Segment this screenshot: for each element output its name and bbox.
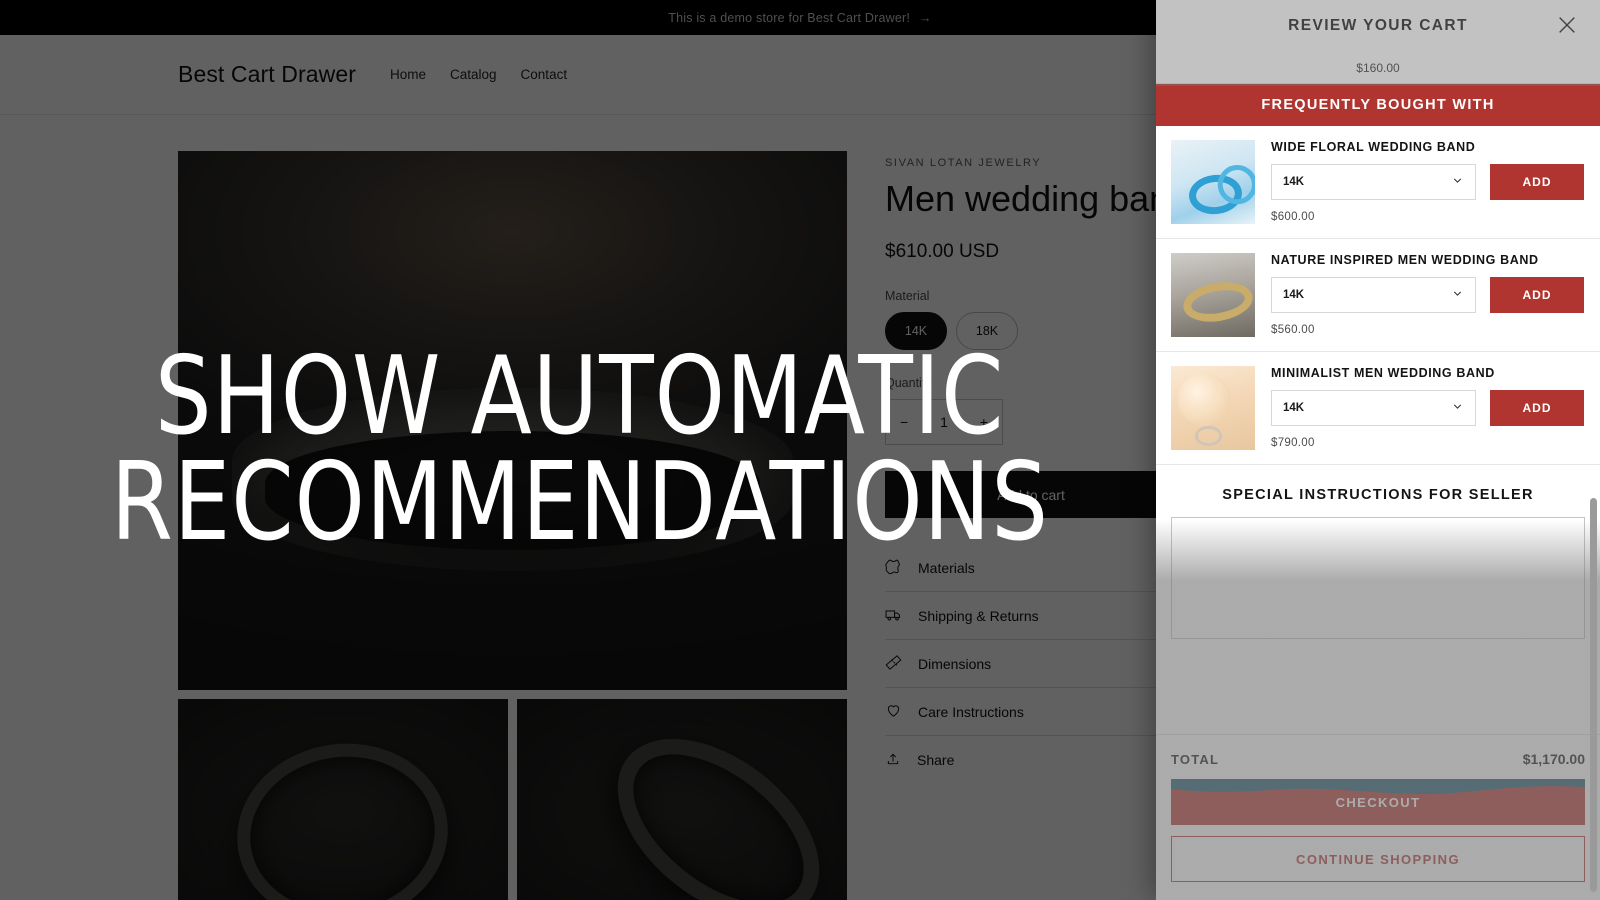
variant-value: 14K [1283,176,1305,188]
product-thumbnail-image[interactable] [1171,253,1255,337]
drawer-scrollbar[interactable] [1590,498,1597,892]
cart-drawer-title: Review your cart [1288,17,1468,34]
add-recommendation-button[interactable]: Add [1490,277,1584,313]
checkout-button-label: Checkout [1335,794,1421,810]
recommendation-price: $560.00 [1271,324,1315,336]
close-icon[interactable] [1556,14,1578,41]
continue-shopping-button[interactable]: Continue shopping [1171,836,1585,882]
special-instructions-title: Special instructions for seller [1222,487,1534,503]
variant-select[interactable]: 14K [1271,164,1476,200]
product-thumbnail-image[interactable] [1171,366,1255,450]
variant-select[interactable]: 14K [1271,390,1476,426]
cart-drawer-header: Review your cart [1156,0,1600,52]
cart-drawer-body: $160.00 Frequently bought with Wide flor… [1156,52,1600,734]
special-instructions-input[interactable] [1171,517,1585,639]
recommendation-item: Nature inspired men wedding band 14K Add… [1156,239,1600,352]
recommendation-name: Nature inspired men wedding band [1271,253,1539,267]
variant-value: 14K [1283,402,1305,414]
recommendation-price: $790.00 [1271,437,1315,449]
cart-total-label: Total [1171,752,1220,767]
recommendation-item: Minimalist men wedding band 14K Add $790… [1156,352,1600,465]
chevron-down-icon [1451,400,1464,416]
add-recommendation-button[interactable]: Add [1490,390,1584,426]
cart-drawer-footer: Total $1,170.00 Checkout Continue shoppi… [1156,734,1600,900]
cart-total-value: $1,170.00 [1522,751,1585,767]
recommendation-price: $600.00 [1271,211,1315,223]
add-recommendation-button[interactable]: Add [1490,164,1584,200]
chevron-down-icon [1451,174,1464,190]
cart-total-row: Total $1,170.00 [1171,751,1585,767]
variant-select[interactable]: 14K [1271,277,1476,313]
product-thumbnail-image[interactable] [1171,140,1255,224]
frequently-bought-with-header: Frequently bought with [1156,84,1600,126]
recommendation-item: Wide floral wedding band 14K Add $600.00 [1156,126,1600,239]
cart-line-item-price: $160.00 [1156,52,1600,84]
cart-drawer: Review your cart $160.00 Frequently boug… [1156,0,1600,900]
recommendation-name: Wide floral wedding band [1271,140,1476,154]
chevron-down-icon [1451,287,1464,303]
variant-value: 14K [1283,289,1305,301]
checkout-button[interactable]: Checkout [1171,779,1585,825]
special-instructions-box [1171,517,1585,644]
recommendation-name: Minimalist men wedding band [1271,366,1495,380]
